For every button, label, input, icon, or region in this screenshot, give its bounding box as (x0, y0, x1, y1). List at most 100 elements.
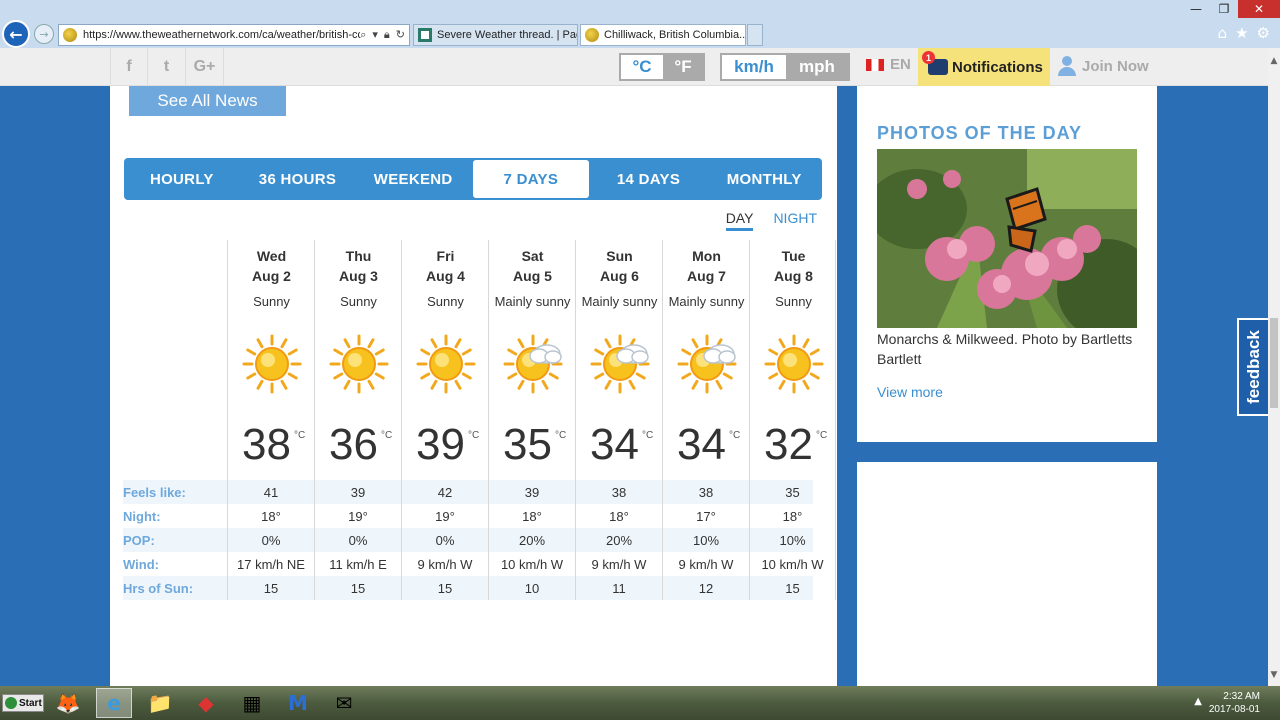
row-cell: 20% (575, 528, 662, 552)
malwarebytes-icon[interactable]: M (280, 688, 316, 718)
row-cell: 15 (314, 576, 401, 600)
google-plus-icon[interactable]: G+ (186, 48, 224, 86)
row-label: Hrs of Sun: (123, 580, 194, 596)
tab-weekend[interactable]: WEEKEND (355, 160, 471, 198)
day-condition: Sunny (775, 294, 812, 309)
fahrenheit-option[interactable]: °F (663, 55, 703, 79)
internet-explorer-icon[interactable]: e (96, 688, 132, 718)
scroll-up-icon[interactable]: ▲ (1268, 54, 1280, 68)
row-cell: 18° (575, 504, 662, 528)
day-condition: Mainly sunny (581, 294, 658, 309)
day-name: Mon (692, 248, 721, 264)
photo-caption: Monarchs & Milkweed. Photo by Bartletts … (877, 331, 1133, 367)
day-temperature: 38 (242, 420, 291, 469)
close-button[interactable]: ✕ (1238, 0, 1280, 18)
mail-icon[interactable]: ✉ (326, 688, 362, 718)
row-cell: 10% (662, 528, 749, 552)
lock-icon[interactable]: 🔒︎ (384, 28, 390, 42)
page-scrollbar[interactable]: ▲ ▼ (1268, 48, 1280, 686)
notifications-button[interactable]: 1 Notifications (918, 48, 1050, 86)
day-name: Fri (436, 248, 455, 264)
browser-tab-active[interactable]: Chilliwack, British Columbia... ✕ (580, 24, 746, 46)
arrow-left-icon: ← (9, 24, 23, 44)
row-cell: 18° (488, 504, 575, 528)
row-cell: 20% (488, 528, 575, 552)
row-cell: 10 (488, 576, 575, 600)
firefox-icon[interactable]: 🦊 (50, 688, 86, 718)
ccleaner-icon[interactable]: ◆ (188, 688, 224, 718)
gear-icon[interactable]: ⚙ (1257, 24, 1270, 42)
home-icon[interactable]: ⌂ (1218, 24, 1228, 42)
scroll-down-icon[interactable]: ▼ (1268, 668, 1280, 682)
search-icon[interactable]: ⌕ (360, 28, 366, 42)
facebook-icon[interactable]: f (110, 48, 148, 86)
tab-hourly[interactable]: HOURLY (124, 160, 240, 198)
day-name: Thu (345, 248, 372, 264)
sun-icon (416, 334, 476, 394)
view-more-link[interactable]: View more (877, 384, 943, 400)
temp-unit: °C (642, 430, 654, 441)
mph-option[interactable]: mph (786, 55, 848, 79)
row-cell: 9 km/h W (575, 552, 662, 576)
see-all-news-button[interactable]: See All News (129, 86, 286, 116)
row-cell: 17° (662, 504, 749, 528)
forward-button[interactable]: → (34, 24, 54, 44)
tab-title: Severe Weather thread. | Page ... (437, 29, 577, 41)
row-cell: 35 (749, 480, 836, 504)
restore-button[interactable]: ❐ (1210, 0, 1238, 18)
photo-of-the-day-image[interactable] (877, 149, 1137, 328)
sidebar-ad-slot (857, 462, 1157, 686)
row-cell: 39 (314, 480, 401, 504)
address-bar[interactable]: https://www.theweathernetwork.com/ca/wea… (58, 24, 410, 46)
winrar-icon[interactable]: ▦ (234, 688, 270, 718)
temp-unit: °C (381, 430, 393, 441)
day-date: Aug 6 (600, 268, 639, 284)
pop-row: POP: 0% 0% 0% 20% 20% 10% 10% (123, 528, 836, 552)
join-now-button[interactable]: Join Now (1058, 56, 1149, 76)
favorites-star-icon[interactable]: ★ (1235, 24, 1248, 42)
row-cell: 38 (575, 480, 662, 504)
tab-14-days[interactable]: 14 DAYS (591, 160, 707, 198)
language-selector[interactable]: EN (866, 56, 911, 73)
scrollbar-thumb[interactable] (1270, 318, 1278, 408)
twitter-icon[interactable]: t (148, 48, 186, 86)
refresh-icon[interactable]: ↻ (396, 28, 405, 42)
forecast-panel: See All News HOURLY 36 HOURS WEEKEND 7 D… (110, 86, 837, 686)
row-cell: 15 (227, 576, 314, 600)
day-date: Aug 8 (774, 268, 813, 284)
dropdown-icon[interactable]: ▾ (372, 28, 378, 42)
row-cell: 10% (749, 528, 836, 552)
tab-7-days[interactable]: 7 DAYS (473, 160, 589, 198)
canada-flag-icon (866, 58, 884, 71)
tray-expand-icon[interactable]: ▲ (1194, 696, 1202, 707)
notification-badge: 1 (922, 51, 935, 64)
temp-unit: °C (294, 430, 306, 441)
row-cell: 10 km/h W (488, 552, 575, 576)
social-links: f t G+ (110, 48, 224, 86)
new-tab-button[interactable] (747, 24, 763, 46)
row-cell: 41 (227, 480, 314, 504)
browser-tab[interactable]: Severe Weather thread. | Page ... (413, 24, 578, 46)
file-explorer-icon[interactable]: 📁 (142, 688, 178, 718)
system-clock[interactable]: 2:32 AM 2017-08-01 (1209, 690, 1260, 716)
forum-favicon-icon (418, 28, 432, 42)
kmh-option[interactable]: km/h (722, 55, 786, 79)
tab-monthly[interactable]: MONTHLY (706, 160, 822, 198)
feedback-label: feedback (1243, 330, 1263, 404)
row-cell: 18° (749, 504, 836, 528)
notifications-label: Notifications (952, 58, 1043, 76)
day-option[interactable]: DAY (725, 210, 754, 231)
day-condition: Sunny (253, 294, 290, 309)
feedback-tab[interactable]: feedback (1237, 318, 1268, 416)
speed-unit-toggle[interactable]: km/h mph (720, 53, 850, 81)
tab-title: Chilliwack, British Columbia... (604, 29, 746, 41)
sun-icon (329, 334, 389, 394)
temperature-unit-toggle[interactable]: °C °F (619, 53, 705, 81)
minimize-button[interactable]: — (1182, 0, 1210, 18)
celsius-option[interactable]: °C (621, 55, 663, 79)
night-option[interactable]: NIGHT (773, 210, 817, 231)
tab-36-hours[interactable]: 36 HOURS (240, 160, 356, 198)
back-button[interactable]: ← (2, 20, 30, 48)
url-text[interactable]: https://www.theweathernetwork.com/ca/wea… (83, 29, 360, 41)
start-button[interactable]: Start (2, 694, 44, 712)
